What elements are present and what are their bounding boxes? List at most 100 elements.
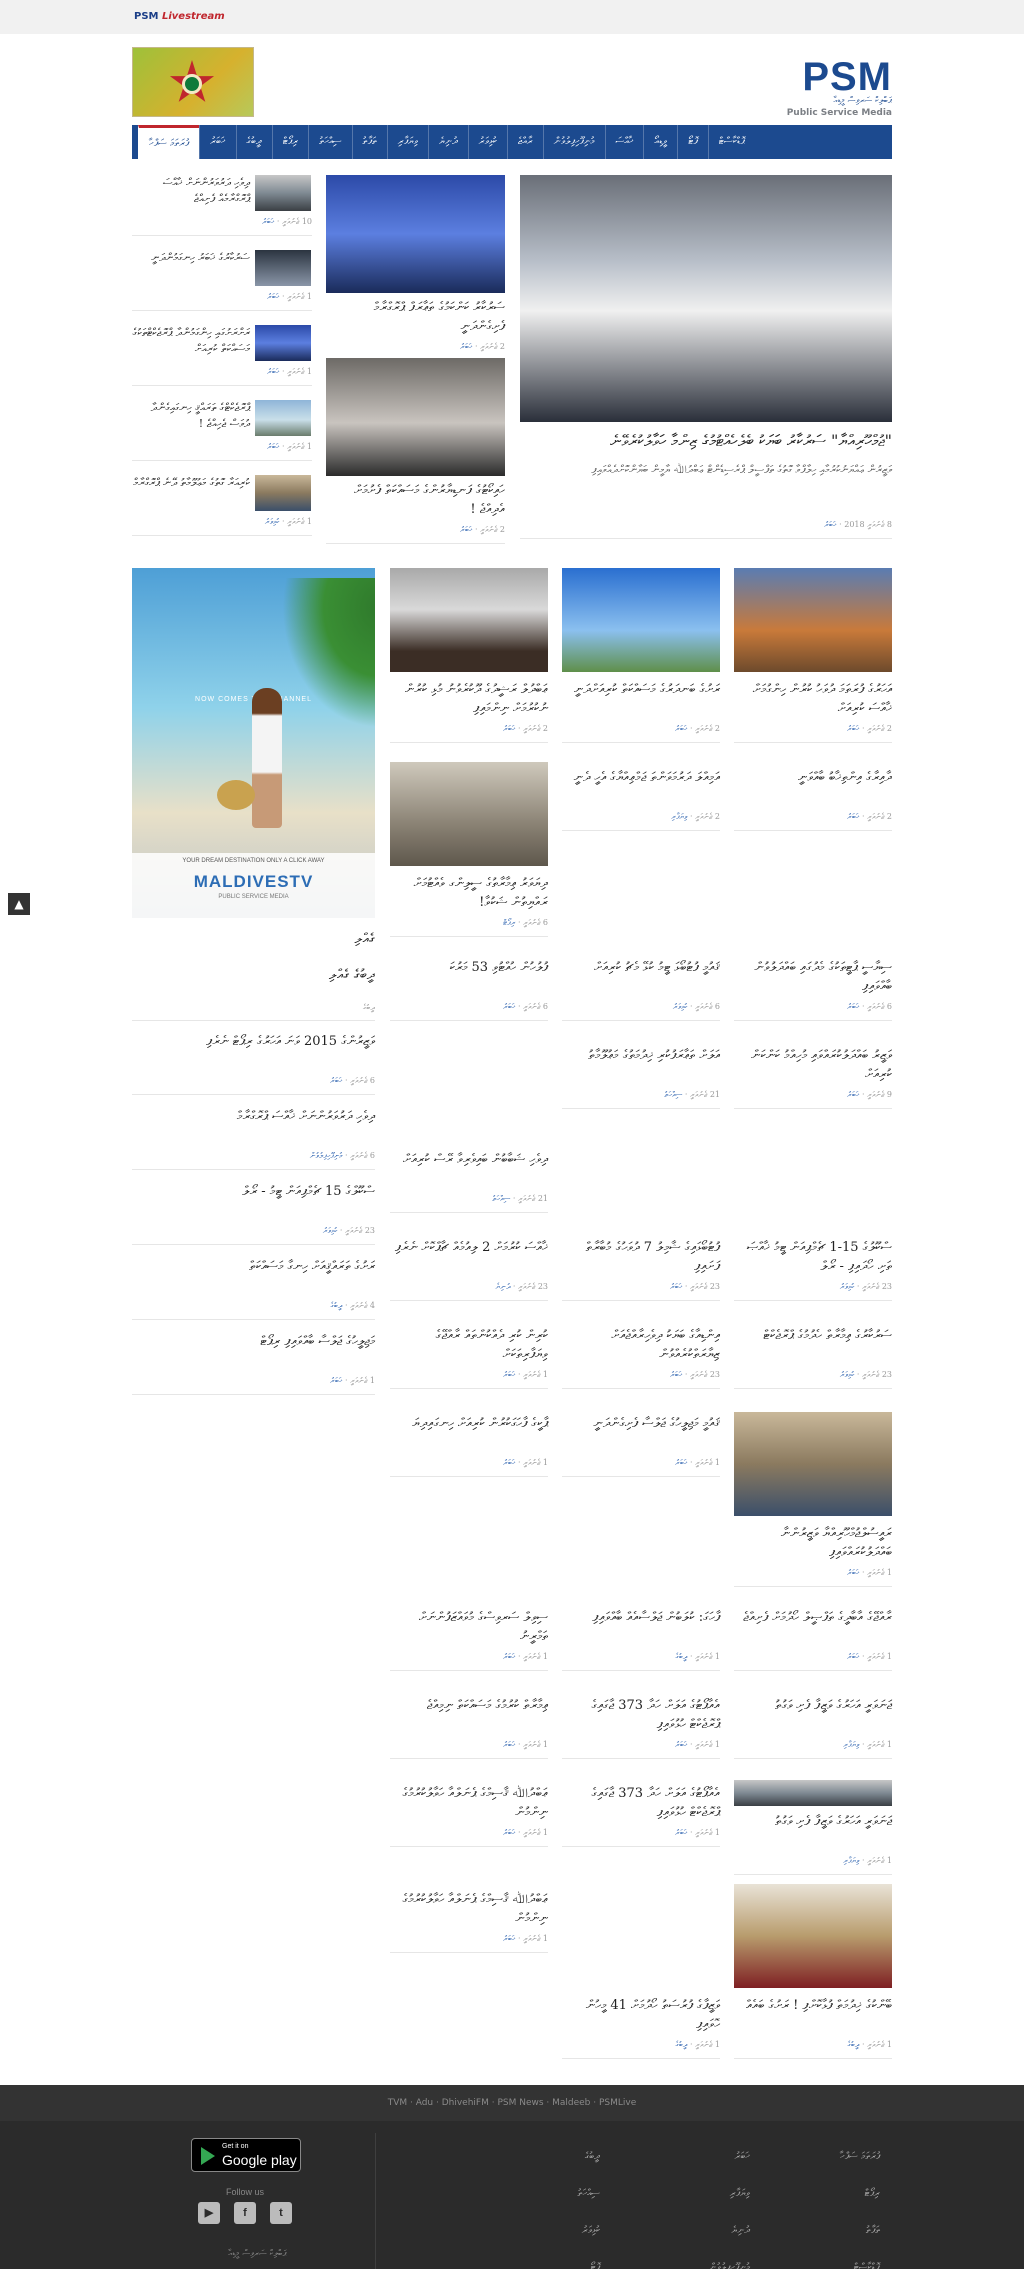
nav-item[interactable]: ޕޮޑްކާސްޓް [707,125,755,159]
left-list-headline[interactable]: ދިވެހި ދަރުވަރުންނަށް ޚާއްސަ ޕްރޮގްރާމެއ… [132,175,250,207]
footer-nav-item[interactable]: ދީބުގެ [470,2151,600,2162]
google-play-button[interactable]: Get it on Google play [191,2138,301,2172]
nav-item[interactable]: ކުޅިވަރު [467,125,507,159]
left-list-category[interactable]: ޚަބަރު [267,292,279,301]
left-list-category[interactable]: ޚަބަރު [267,442,279,451]
livestream-link[interactable]: PSM Livestream [134,11,225,22]
left-list-thumb[interactable] [255,475,311,511]
grid-story-headline[interactable]: ސްކޫލުގެ 15-1 ޗެމްޕިއަން ޓީމު ޚާއްޞަ ތަށ… [734,1238,892,1276]
nav-item[interactable]: ތަފާތު [351,125,387,159]
grid-story-category[interactable]: ޚަބަރު [847,1652,859,1661]
twitter-icon[interactable]: t [270,2202,292,2224]
grid-story-category[interactable]: ޚަބަރު [503,724,515,733]
left-list-thumb[interactable] [255,400,311,436]
left-list-headline[interactable]: ރަށްރަށުގައި ހިންގަމުންދާ ޕްރޮޖެކްޓްތަކު… [132,325,250,357]
grid-story-headline[interactable]: އެއާޕޯޓުގެ އަލަށް ހަދާ 373 ޖާގައިގެ ޕްރޮ… [562,1696,720,1734]
nav-item[interactable]: ފުރަތަމަ ސަފްހާ [138,125,200,159]
grid-story-headline[interactable]: އަލަށް ތަޢާރަފުކުރި ޚިދުމަތުގެ މަޢުލޫމާތ… [562,1046,720,1065]
grid-story-category[interactable]: ޚަބަރު [675,1828,687,1837]
grid-photo[interactable] [390,762,548,866]
grid-story-category[interactable]: ސިއްހަތު [664,1090,682,1099]
grid-story-category[interactable]: ވިޔަފާރި [843,1856,859,1865]
grid-story-category[interactable]: ޚަބަރު [847,1568,859,1577]
grid-story-headline[interactable]: ސިޔާސީ ޕާޓީތަކުގެ މެދުގައި ބައްދަލުވުން … [734,958,892,996]
nav-item[interactable]: ވީޑިއޯ [643,125,677,159]
sidebar-item-headline[interactable]: ސްކޫލްގެ 15 ޗެމްޕިއަން ޓީމު - ރޯލް [132,1182,375,1201]
nav-item[interactable]: ރިޕޯޓް [271,125,308,159]
grid-story-category[interactable]: ކުޅިވަރު [840,1370,855,1379]
grid-story-headline[interactable]: ޢަބްދުﷲ ޤާސިމްގެ ޕެނަލްއާ ހަވާލުކުރުމުގެ… [390,1890,548,1928]
grid-story-headline[interactable]: ސިވިލް ސަރވިސްގެ މުވައްޒަފުންނަށް ތަމްރީ… [390,1608,548,1646]
grid-story-headline[interactable]: ޤައުމީ މަޖިލީހުގެ ޖަލްސާ ފެށިގެންދަނީ [562,1414,720,1433]
footer-nav-item[interactable]: ރިޕޯޓް [750,2188,880,2199]
grid-story-category[interactable]: ދީބުގެ [675,1652,687,1661]
nav-item[interactable]: ސިއްހަތު [308,125,351,159]
grid-story-headline[interactable]: ފުލުހުން ހުއްޓުވި 53 މަރުކަ [390,958,548,977]
grid-story-headline[interactable]: ޚާއްސަ ކުރުމަށް 2 ލިއުމެއް ޗާޕްކޮށް ނެރެ… [390,1238,548,1257]
grid-story-headline[interactable]: ސަރުކާރުގެ ޢިމާރާތް ހެދުމުގެ ޕްރޮޖެކްޓް [734,1326,892,1345]
grid-story-category[interactable]: ޚަބަރު [670,1370,682,1379]
sidebar-item-category[interactable]: ދީބުގެ [330,1301,342,1310]
grid-story-headline[interactable]: ޢަބްދުލް ރަޝީދުގެ ދޫކުރެވުނު މުޅި ކުރުން… [390,680,548,718]
grid-story-category[interactable]: ޚަބަރު [670,1282,682,1291]
left-list-headline[interactable]: ޕްރޮޖެކްޓްގެ ތަރައްޤީ ހިނގައިގެންދާ ދުވަ… [132,400,250,432]
nav-item[interactable]: މުނިފޫހިފިލުވުން [542,125,605,159]
footer-nav-item[interactable]: ފޮޓޯ [470,2262,601,2269]
grid-photo[interactable] [390,568,548,672]
grid-story-headline[interactable]: ދާއިރާގެ އިންތިޚާބު ބާއްވަނީ [734,768,892,787]
mid-story-photo[interactable] [326,175,505,293]
grid-story-headline[interactable]: ޖަނަވަރީ އަހަރުގެ ވަޒީފާ ފެށި ވަގުތު [734,1696,892,1715]
grid-story-headline[interactable]: އަމިއްލަ ދަރުމަވަންތަ ޖަމްޢިއްޔާގެ އެހީ … [562,768,720,787]
grid-story-headline[interactable]: ރާއްޖޭގެ އާބާދީގެ ތަފްޞީލް ހޯދުމަށް ފެށި… [734,1608,892,1627]
grid-photo[interactable] [734,1412,892,1516]
grid-story-headline[interactable]: ފުޓުބޯޅައިގެ ޝާމިލު 7 ދުވަހުގެ މުބާރާތް … [562,1238,720,1276]
grid-photo[interactable] [734,1780,892,1806]
nav-item[interactable]: ދީބުގެ [235,125,272,159]
left-list-headline[interactable]: ސަރުކާރުގެ ޚަބަރު ހިނގަމުންދަނީ [132,250,250,266]
jubilee-banner[interactable] [132,47,254,117]
grid-story-headline[interactable]: ޕާކީގެ ފާހަގަކުރުން ކުރިއަށް ހިނގައިދިޔަ [390,1414,548,1433]
grid-story-category[interactable]: ޚަބަރު [503,1002,515,1011]
footer-nav-item[interactable]: ކުޅިވަރު [470,2225,600,2236]
footer-nav-item[interactable]: މުނިފޫހިފިލުވުން [620,2262,750,2269]
grid-story-headline[interactable]: ފާހަގަ: ކުލަބުން ޖަލްސާއެއް ބާއްވައިފި [562,1608,720,1627]
grid-story-category[interactable]: ދީބުގެ [847,2040,859,2049]
grid-story-category[interactable]: ސިއްހަތު [492,1194,510,1203]
footer-nav-item[interactable]: ސިއްހަތު [470,2188,600,2199]
psm-logo[interactable]: PSM ޕަބްލިކް ސަރވިސް މީޑިއާ Public Servi… [787,57,892,119]
grid-story-headline[interactable]: ދިވެހި ޝަބާބުން ބައިވެރިވާ ރޭސް ކުރިއަށް [390,1150,548,1169]
mid-story-category[interactable]: ޚަބަރު [460,525,472,534]
grid-story-headline[interactable]: ޢިމާރާތް ކުރުމުގެ މަސައްކަތް ނިމިއްޖެ [390,1696,548,1715]
grid-photo[interactable] [734,1884,892,1988]
grid-story-headline[interactable]: ރަށުގެ ބަނދަރުގެ މަސައްކަތް ކުރިއަށްދަނީ [562,680,720,699]
maldivestv-ad[interactable]: NOW COMES THE CHANNEL YOUR DREAM DESTINA… [132,568,375,918]
facebook-icon[interactable]: f [234,2202,256,2224]
left-list-thumb[interactable] [255,175,311,211]
mid-story-category[interactable]: ޚަބަރު [460,342,472,351]
mid-story-headline[interactable]: ހައިކޯޓުގެ ފަނޑިޔާރުންގެ މަސައްކަތް ފެށު… [326,481,505,519]
grid-story-headline[interactable]: ޢަބްދުﷲ ޤާސިމްގެ ޕެނަލްއާ ހަވާލުކުރުމުގެ… [390,1784,548,1822]
grid-story-category[interactable]: ޚަބަރު [847,724,859,733]
footer-nav-item[interactable]: ދުނިޔެ [620,2225,750,2236]
footer-links[interactable]: TVM · Adu · DhivehiFM · PSM News · Malde… [0,2085,1024,2121]
grid-story-headline[interactable]: ޤައުމީ ފުޓުބޯޅަ ޓީމު ކުޅޭ މެޗު ކުރިއަށް [562,958,720,977]
grid-story-category[interactable]: ޚަބަރު [503,1652,515,1661]
grid-story-category[interactable]: ޚަބަރު [503,1828,515,1837]
nav-item[interactable]: ވިޔަފާރި [386,125,428,159]
sidebar-item-category[interactable]: ޚަބަރު [330,1376,342,1385]
grid-story-headline[interactable]: ބޭންކުގެ ޚިދުމަތް ފުޅާކޮށްފި ! ރަށުގެ ބަ… [734,1996,892,2015]
grid-story-category[interactable]: ޚަބަރު [847,1002,859,1011]
youtube-icon[interactable]: ▶ [198,2202,220,2224]
grid-story-category[interactable]: ވިޔަފާރި [671,812,687,821]
grid-story-headline[interactable]: އަހަރުގެ ފުރަތަމަ ދުވަހު ކުރުން ހިންގުމަ… [734,680,892,718]
grid-story-category[interactable]: ޚަބަރު [503,1934,515,1943]
footer-nav-item[interactable]: ފުރަތަމަ ސަފްހާ [750,2151,880,2162]
grid-story-category[interactable]: ޚަބަރު [503,1370,515,1379]
grid-story-headline[interactable]: ވަޒީރު ބައްދަލުކުރައްވައި މުހިއްމު ކަންކ… [734,1046,892,1084]
grid-story-category[interactable]: ޚަބަރު [503,1740,515,1749]
left-list-category[interactable]: ޚަބަރު [262,217,274,226]
grid-story-category[interactable]: ރިޕޯޓް [503,918,515,927]
grid-photo[interactable] [734,568,892,672]
footer-nav-item[interactable]: ވިޔަފާރި [620,2188,750,2199]
grid-story-category[interactable]: ދުނިޔެ [496,1282,511,1291]
